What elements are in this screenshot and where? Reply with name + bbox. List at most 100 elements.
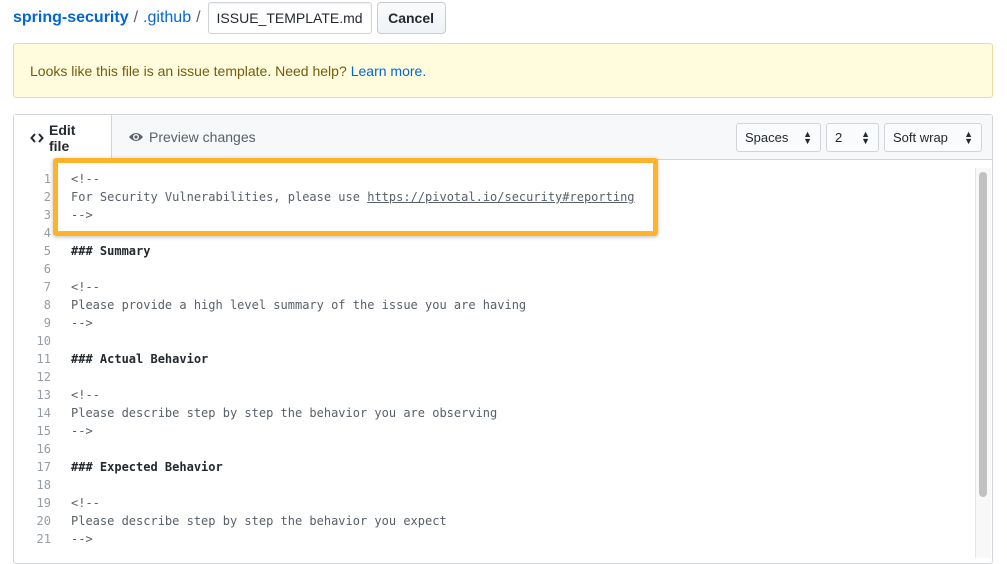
code-line[interactable]: 1 <!-- [14,170,992,188]
tab-preview-changes[interactable]: Preview changes [112,115,272,159]
indent-mode-select[interactable]: Spaces ▲ ▼ [736,123,821,152]
code-text-content: For Security Vulnerabilities, please use [71,190,368,204]
line-number: 17 [36,460,51,474]
breadcrumb: spring-security / .github / Cancel [13,2,446,34]
code-text: <!-- [51,388,100,402]
line-number: 12 [36,370,51,384]
line-number: 15 [36,424,51,438]
file-editor: Edit file Preview changes Spaces ▲ ▼ 2 ▲ ▼… [13,114,993,564]
tab-edit-file-label: Edit file [49,121,76,154]
line-number: 8 [43,298,51,312]
eye-icon [128,131,144,143]
code-text-content: <!-- [71,280,100,294]
line-number: 20 [36,514,51,528]
learn-more-link[interactable]: Learn more. [351,63,426,79]
code-line[interactable]: 13 <!-- [14,386,992,404]
code-text-content: ### Actual Behavior [71,352,209,366]
code-line[interactable]: 4 [14,224,992,242]
code-line[interactable]: 16 [14,440,992,458]
line-number: 16 [36,442,51,456]
line-number: 13 [36,388,51,402]
wrap-mode-select[interactable]: Soft wrap ▲ ▼ [884,123,982,152]
code-line[interactable]: 20 Please describe step by step the behav… [14,512,992,530]
code-line[interactable]: 5 ### Summary [14,242,992,260]
code-line[interactable]: 15 --> [14,422,992,440]
line-number: 9 [43,316,51,330]
vertical-scrollbar[interactable] [975,168,991,558]
code-text: <!-- [51,496,100,510]
code-line[interactable]: 14 Please describe step by step the behav… [14,404,992,422]
code-line[interactable]: 12 [14,368,992,386]
breadcrumb-separator: / [196,9,201,26]
editor-options: Spaces ▲ ▼ 2 ▲ ▼ Soft wrap ▲ ▼ [736,123,982,152]
line-number: 10 [36,334,51,348]
line-number: 2 [43,190,51,204]
breadcrumb-repo-link[interactable]: spring-security [13,9,129,27]
code-text-content: ### Summary [71,244,151,258]
line-number: 11 [36,352,51,366]
line-number: 3 [43,208,51,222]
select-arrows-icon: ▲ ▼ [861,128,870,146]
indent-mode-value: Spaces [745,130,789,145]
breadcrumb-separator: / [133,9,139,26]
code-line[interactable]: 3 --> [14,206,992,224]
code-text-content: --> [71,316,93,330]
code-text: <!-- [51,172,100,186]
code-text-content: Please describe step by step the behavio… [71,514,447,528]
code-line[interactable]: 18 [14,476,992,494]
code-line[interactable]: 2 For Security Vulnerabilities, please us… [14,188,992,206]
code-editor[interactable]: 1 <!-- 2 For Security Vulnerabilities, plea… [14,160,992,548]
code-line[interactable]: 6 [14,260,992,278]
code-text: <!-- [51,280,100,294]
issue-template-notice: Looks like this file is an issue templat… [13,43,993,98]
code-text: --> [51,532,93,546]
line-number: 4 [43,226,51,240]
indent-size-value: 2 [835,130,843,145]
code-line[interactable]: 17 ### Expected Behavior [14,458,992,476]
select-arrows-icon: ▲ ▼ [803,128,812,146]
code-text-content: Please provide a high level summary of t… [71,298,527,312]
tab-edit-file[interactable]: Edit file [14,115,112,160]
line-number: 18 [36,478,51,492]
security-reporting-link[interactable]: https://pivotal.io/security#reporting [367,190,634,204]
code-text-content: Please describe step by step the behavio… [71,406,498,420]
indent-size-select[interactable]: 2 ▲ ▼ [826,123,879,152]
code-text: --> [51,424,93,438]
notice-message: Looks like this file is an issue templat… [30,62,347,79]
scrollbar-thumb[interactable] [979,172,987,497]
code-line[interactable]: 9 --> [14,314,992,332]
line-number: 5 [43,244,51,258]
line-number: 1 [43,172,51,186]
code-heading-text: ### Summary [51,244,150,258]
code-line[interactable]: 8 Please provide a high level summary of … [14,296,992,314]
code-line[interactable]: 10 [14,332,992,350]
select-arrows-icon: ▲ ▼ [964,128,973,146]
code-text: Please provide a high level summary of t… [51,298,526,312]
code-text: Please describe step by step the behavio… [51,514,447,528]
filename-input[interactable] [207,2,372,34]
cancel-button[interactable]: Cancel [376,2,446,34]
code-text: --> [51,316,93,330]
line-number: 6 [43,262,51,276]
code-heading-text: ### Expected Behavior [51,460,223,474]
code-text: Please describe step by step the behavio… [51,406,497,420]
code-line[interactable]: 11 ### Actual Behavior [14,350,992,368]
code-line[interactable]: 7 <!-- [14,278,992,296]
code-text-content: <!-- [71,172,100,186]
code-text-content: --> [71,208,93,222]
code-heading-text: ### Actual Behavior [51,352,208,366]
code-line[interactable]: 21 --> [14,530,992,548]
code-line[interactable]: 19 <!-- [14,494,992,512]
tab-preview-changes-label: Preview changes [149,129,256,145]
wrap-mode-value: Soft wrap [893,130,948,145]
code-text-content: --> [71,424,93,438]
line-number: 19 [36,496,51,510]
breadcrumb-folder-link[interactable]: .github [143,9,191,27]
code-text-content: ### Expected Behavior [71,460,223,474]
line-number: 7 [43,280,51,294]
line-number: 14 [36,406,51,420]
line-number: 21 [36,532,51,546]
code-text: --> [51,208,93,222]
code-text-content: <!-- [71,496,100,510]
code-icon [30,132,44,144]
